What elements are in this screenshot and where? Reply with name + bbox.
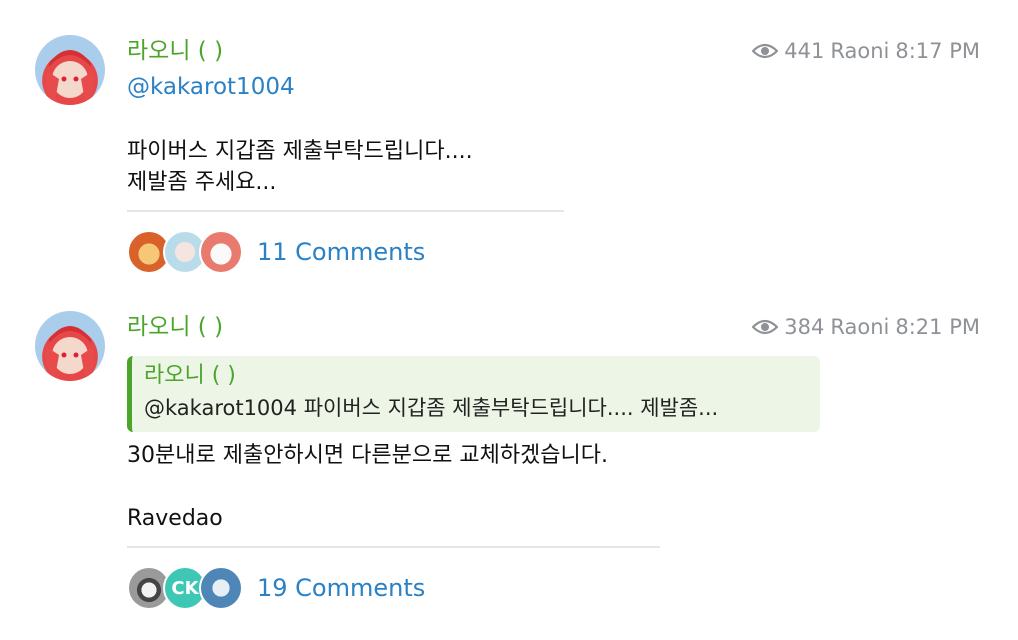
sender-avatar[interactable]	[35, 35, 105, 105]
mention-link[interactable]: @kakarot1004	[127, 73, 295, 101]
commenter-avatar	[199, 230, 243, 274]
commenter-avatar	[199, 566, 243, 610]
post-meta: 384 Raoni 8:21 PM	[752, 313, 980, 341]
message-line: 제발좀 주세요...	[127, 170, 277, 195]
reply-text: @kakarot1004 파이버스 지갑좀 제출부탁드립니다.... 제발좀..…	[144, 396, 719, 420]
view-count: 384	[784, 315, 825, 339]
commenter-initials: CK	[171, 577, 199, 599]
eye-icon	[752, 319, 779, 335]
divider	[127, 546, 660, 548]
reply-quote[interactable]: 라오니 ( ) @kakarot1004 파이버스 지갑좀 제출부탁드립니다..…	[127, 356, 820, 432]
sender-avatar[interactable]	[35, 311, 105, 381]
comments-button[interactable]: 11 Comments	[127, 227, 425, 277]
message-line: 30분내로 제출안하시면 다른분으로 교체하겠습니다.	[127, 443, 609, 468]
post-time: 8:21 PM	[895, 315, 980, 339]
comments-label[interactable]: 11 Comments	[257, 238, 425, 266]
channel-post: 라오니 ( ) 441 Raoni 8:17 PM @kakarot1004 파…	[0, 0, 1018, 290]
comments-label[interactable]: 19 Comments	[257, 574, 425, 602]
view-count: 441	[784, 39, 825, 63]
sender-name[interactable]: 라오니 ( )	[127, 313, 223, 341]
channel-post: 라오니 ( ) 384 Raoni 8:21 PM 라오니 ( ) @kakar…	[0, 290, 1018, 640]
commenter-avatars: CK	[127, 566, 247, 610]
post-meta: 441 Raoni 8:17 PM	[752, 37, 980, 65]
post-author: Raoni	[830, 315, 890, 339]
commenter-avatars	[127, 230, 247, 274]
reply-sender: 라오니 ( )	[144, 363, 236, 388]
eye-icon	[752, 43, 779, 59]
post-author: Raoni	[830, 39, 890, 63]
sender-name[interactable]: 라오니 ( )	[127, 37, 223, 65]
message-line: 파이버스 지갑좀 제출부탁드립니다....	[127, 139, 473, 164]
comments-button[interactable]: CK 19 Comments	[127, 563, 425, 613]
message-line: Ravedao	[127, 506, 223, 531]
post-time: 8:17 PM	[895, 39, 980, 63]
divider	[127, 210, 564, 212]
